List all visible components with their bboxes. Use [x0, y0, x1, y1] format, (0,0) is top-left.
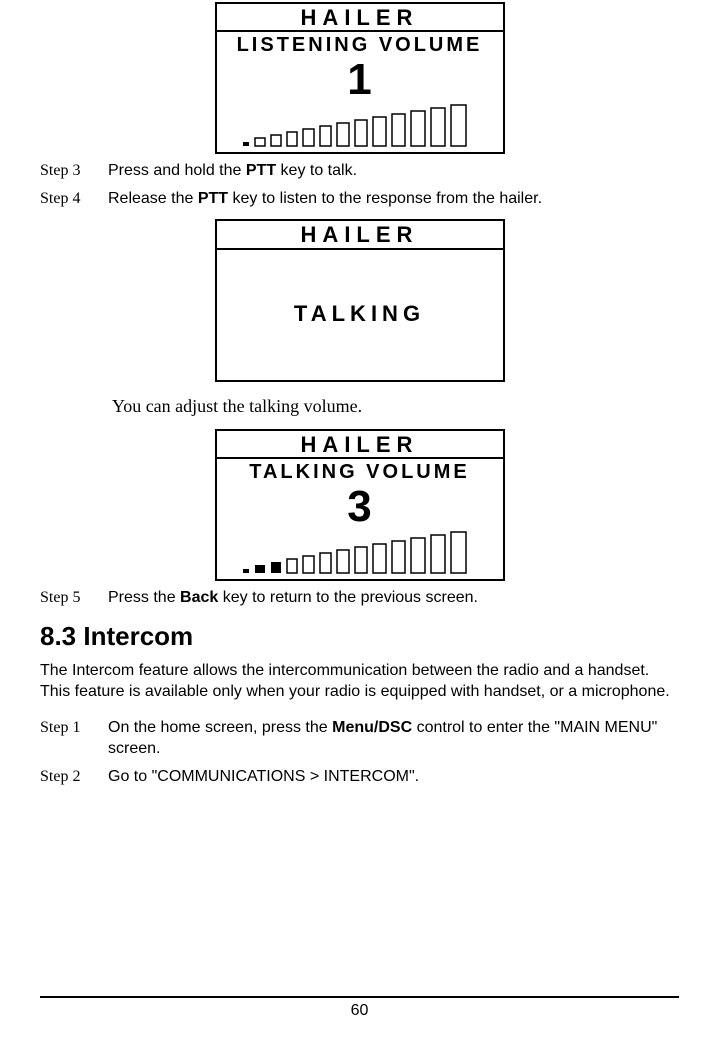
step-label: Step 3 — [40, 160, 108, 182]
step-pre: Press the — [108, 589, 180, 606]
step-text: Release the PTT key to listen to the res… — [108, 188, 542, 210]
step-label: Step 4 — [40, 188, 108, 210]
step-label: Step 2 — [40, 766, 108, 788]
note-adjust-talking-volume: You can adjust the talking volume. — [112, 396, 679, 417]
lcd-header: HAILER — [217, 221, 503, 249]
step-3: Step 3 Press and hold the PTT key to tal… — [40, 160, 679, 182]
volume-bars-1 — [235, 104, 485, 148]
lcd-header: HAILER — [217, 4, 503, 32]
lcd-screen-talking-volume: HAILER TALKING VOLUME 3 — [215, 429, 505, 581]
step-text: Press the Back key to return to the prev… — [108, 587, 478, 609]
intercom-step-1: Step 1 On the home screen, press the Men… — [40, 717, 679, 760]
step-label: Step 5 — [40, 587, 108, 609]
section-heading-intercom: 8.3 Intercom — [40, 621, 679, 652]
step-text: Press and hold the PTT key to talk. — [108, 160, 357, 182]
lcd-header: HAILER — [217, 431, 503, 459]
step-pre: Release the — [108, 190, 198, 207]
step-bold: Menu/DSC — [332, 719, 412, 736]
lcd-subhead: TALKING VOLUME — [217, 461, 503, 483]
step-text: On the home screen, press the Menu/DSC c… — [108, 717, 679, 760]
step-4: Step 4 Release the PTT key to listen to … — [40, 188, 679, 210]
page-footer: 60 — [40, 996, 679, 1020]
page-number: 60 — [351, 1002, 369, 1019]
step-bold: Back — [180, 589, 218, 606]
lcd-subhead: LISTENING VOLUME — [217, 34, 503, 56]
step-bold: PTT — [198, 190, 228, 207]
step-label: Step 1 — [40, 717, 108, 739]
step-post: key to return to the previous screen. — [218, 589, 478, 606]
volume-bars-3 — [235, 531, 485, 575]
step-5: Step 5 Press the Back key to return to t… — [40, 587, 679, 609]
lcd-body: TALKING VOLUME 3 — [217, 459, 503, 579]
intercom-step-2: Step 2 Go to "COMMUNICATIONS > INTERCOM"… — [40, 766, 679, 788]
lcd-value: 1 — [217, 58, 503, 102]
lcd-value: 3 — [217, 485, 503, 529]
step-pre: Press and hold the — [108, 162, 246, 179]
intercom-paragraph: The Intercom feature allows the intercom… — [40, 660, 679, 703]
step-text: Go to "COMMUNICATIONS > INTERCOM". — [108, 766, 419, 788]
lcd-status: TALKING — [217, 252, 503, 376]
step-bold: PTT — [246, 162, 276, 179]
step-post: key to listen to the response from the h… — [228, 190, 542, 207]
lcd-screen-talking: HAILER TALKING — [215, 219, 505, 381]
step-post: key to talk. — [276, 162, 357, 179]
lcd-screen-listening-volume: HAILER LISTENING VOLUME 1 — [215, 2, 505, 154]
lcd-body: LISTENING VOLUME 1 — [217, 32, 503, 152]
step-pre: On the home screen, press the — [108, 719, 332, 736]
lcd-body: TALKING — [217, 250, 503, 380]
